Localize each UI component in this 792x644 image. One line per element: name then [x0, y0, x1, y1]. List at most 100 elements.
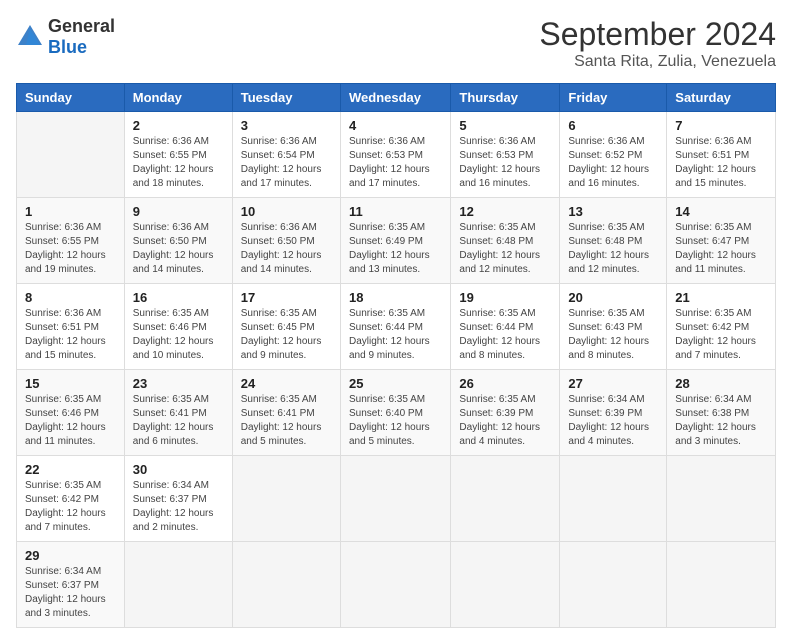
calendar-cell: [232, 542, 340, 628]
logo-blue: Blue: [48, 37, 87, 57]
day-number: 24: [241, 376, 332, 391]
day-info: Sunrise: 6:35 AM Sunset: 6:43 PM Dayligh…: [568, 307, 658, 363]
day-info: Sunrise: 6:36 AM Sunset: 6:51 PM Dayligh…: [675, 135, 767, 191]
day-info: Sunrise: 6:36 AM Sunset: 6:50 PM Dayligh…: [241, 221, 332, 277]
calendar-cell: 1 Sunrise: 6:36 AM Sunset: 6:55 PM Daylig…: [17, 198, 125, 284]
calendar-cell: 18 Sunrise: 6:35 AM Sunset: 6:44 PM Dayli…: [340, 284, 450, 370]
day-info: Sunrise: 6:35 AM Sunset: 6:48 PM Dayligh…: [568, 221, 658, 277]
calendar-cell: 4 Sunrise: 6:36 AM Sunset: 6:53 PM Daylig…: [340, 112, 450, 198]
day-number: 8: [25, 290, 116, 305]
calendar-cell: 22Sunrise: 6:35 AM Sunset: 6:42 PM Dayli…: [17, 456, 125, 542]
logo-general: General: [48, 16, 115, 36]
day-number: 3: [241, 118, 332, 133]
col-monday: Monday: [124, 84, 232, 112]
calendar-row: 29Sunrise: 6:34 AM Sunset: 6:37 PM Dayli…: [17, 542, 776, 628]
calendar-cell: 9Sunrise: 6:36 AM Sunset: 6:50 PM Daylig…: [124, 198, 232, 284]
day-info: Sunrise: 6:35 AM Sunset: 6:44 PM Dayligh…: [349, 307, 442, 363]
day-number: 6: [568, 118, 658, 133]
calendar-cell: 5 Sunrise: 6:36 AM Sunset: 6:53 PM Daylig…: [451, 112, 560, 198]
day-info: Sunrise: 6:35 AM Sunset: 6:48 PM Dayligh…: [459, 221, 551, 277]
day-info: Sunrise: 6:36 AM Sunset: 6:51 PM Dayligh…: [25, 307, 116, 363]
calendar-row: 8 Sunrise: 6:36 AM Sunset: 6:51 PM Daylig…: [17, 284, 776, 370]
calendar-cell: 15 Sunrise: 6:35 AM Sunset: 6:46 PM Dayli…: [17, 370, 125, 456]
calendar-cell: 17Sunrise: 6:35 AM Sunset: 6:45 PM Dayli…: [232, 284, 340, 370]
calendar-cell: [560, 456, 667, 542]
day-number: 21: [675, 290, 767, 305]
calendar-cell: [17, 112, 125, 198]
col-wednesday: Wednesday: [340, 84, 450, 112]
calendar-cell: 20 Sunrise: 6:35 AM Sunset: 6:43 PM Dayli…: [560, 284, 667, 370]
calendar-cell: 2Sunrise: 6:36 AM Sunset: 6:55 PM Daylig…: [124, 112, 232, 198]
day-number: 4: [349, 118, 442, 133]
calendar-cell: 16Sunrise: 6:35 AM Sunset: 6:46 PM Dayli…: [124, 284, 232, 370]
day-number: 19: [459, 290, 551, 305]
calendar-cell: [560, 542, 667, 628]
calendar-row: 15 Sunrise: 6:35 AM Sunset: 6:46 PM Dayli…: [17, 370, 776, 456]
calendar-row: 22Sunrise: 6:35 AM Sunset: 6:42 PM Dayli…: [17, 456, 776, 542]
calendar-cell: 10 Sunrise: 6:36 AM Sunset: 6:50 PM Dayli…: [232, 198, 340, 284]
day-info: Sunrise: 6:34 AM Sunset: 6:37 PM Dayligh…: [25, 565, 116, 621]
day-number: 15: [25, 376, 116, 391]
day-number: 26: [459, 376, 551, 391]
calendar-cell: [451, 456, 560, 542]
page-header: General Blue September 2024 Santa Rita, …: [16, 16, 776, 71]
calendar-cell: 23 Sunrise: 6:35 AM Sunset: 6:41 PM Dayli…: [124, 370, 232, 456]
day-info: Sunrise: 6:34 AM Sunset: 6:37 PM Dayligh…: [133, 479, 224, 535]
day-info: Sunrise: 6:35 AM Sunset: 6:49 PM Dayligh…: [349, 221, 442, 277]
day-info: Sunrise: 6:36 AM Sunset: 6:54 PM Dayligh…: [241, 135, 332, 191]
calendar-cell: 27Sunrise: 6:34 AM Sunset: 6:39 PM Dayli…: [560, 370, 667, 456]
calendar-cell: [667, 542, 776, 628]
day-info: Sunrise: 6:36 AM Sunset: 6:55 PM Dayligh…: [25, 221, 116, 277]
calendar-cell: 24 Sunrise: 6:35 AM Sunset: 6:41 PM Dayli…: [232, 370, 340, 456]
day-info: Sunrise: 6:35 AM Sunset: 6:41 PM Dayligh…: [133, 393, 224, 449]
calendar-header-row: Sunday Monday Tuesday Wednesday Thursday…: [17, 84, 776, 112]
day-number: 14: [675, 204, 767, 219]
col-saturday: Saturday: [667, 84, 776, 112]
day-info: Sunrise: 6:36 AM Sunset: 6:50 PM Dayligh…: [133, 221, 224, 277]
day-number: 18: [349, 290, 442, 305]
day-info: Sunrise: 6:35 AM Sunset: 6:40 PM Dayligh…: [349, 393, 442, 449]
day-number: 17: [241, 290, 332, 305]
day-number: 12: [459, 204, 551, 219]
calendar-cell: [667, 456, 776, 542]
day-info: Sunrise: 6:35 AM Sunset: 6:46 PM Dayligh…: [25, 393, 116, 449]
day-info: Sunrise: 6:36 AM Sunset: 6:53 PM Dayligh…: [349, 135, 442, 191]
calendar-cell: 6Sunrise: 6:36 AM Sunset: 6:52 PM Daylig…: [560, 112, 667, 198]
logo-text: General Blue: [48, 16, 115, 58]
calendar-cell: 11Sunrise: 6:35 AM Sunset: 6:49 PM Dayli…: [340, 198, 450, 284]
calendar-cell: 3 Sunrise: 6:36 AM Sunset: 6:54 PM Daylig…: [232, 112, 340, 198]
calendar-cell: [340, 542, 450, 628]
day-number: 5: [459, 118, 551, 133]
day-info: Sunrise: 6:35 AM Sunset: 6:46 PM Dayligh…: [133, 307, 224, 363]
title-section: September 2024 Santa Rita, Zulia, Venezu…: [539, 16, 776, 71]
calendar-cell: [124, 542, 232, 628]
logo-icon: [16, 23, 44, 51]
calendar-cell: 14 Sunrise: 6:35 AM Sunset: 6:47 PM Dayli…: [667, 198, 776, 284]
calendar-cell: [451, 542, 560, 628]
day-number: 28: [675, 376, 767, 391]
day-info: Sunrise: 6:36 AM Sunset: 6:53 PM Dayligh…: [459, 135, 551, 191]
day-number: 13: [568, 204, 658, 219]
day-number: 27: [568, 376, 658, 391]
day-info: Sunrise: 6:35 AM Sunset: 6:42 PM Dayligh…: [675, 307, 767, 363]
calendar-table: Sunday Monday Tuesday Wednesday Thursday…: [16, 83, 776, 628]
day-info: Sunrise: 6:35 AM Sunset: 6:41 PM Dayligh…: [241, 393, 332, 449]
day-number: 20: [568, 290, 658, 305]
calendar-cell: 29Sunrise: 6:34 AM Sunset: 6:37 PM Dayli…: [17, 542, 125, 628]
col-thursday: Thursday: [451, 84, 560, 112]
calendar-cell: 25Sunrise: 6:35 AM Sunset: 6:40 PM Dayli…: [340, 370, 450, 456]
calendar-cell: [340, 456, 450, 542]
day-info: Sunrise: 6:35 AM Sunset: 6:44 PM Dayligh…: [459, 307, 551, 363]
day-number: 22: [25, 462, 116, 477]
day-number: 1: [25, 204, 116, 219]
day-info: Sunrise: 6:35 AM Sunset: 6:47 PM Dayligh…: [675, 221, 767, 277]
day-number: 10: [241, 204, 332, 219]
calendar-cell: 19 Sunrise: 6:35 AM Sunset: 6:44 PM Dayli…: [451, 284, 560, 370]
day-number: 2: [133, 118, 224, 133]
calendar-cell: 26 Sunrise: 6:35 AM Sunset: 6:39 PM Dayli…: [451, 370, 560, 456]
calendar-cell: [232, 456, 340, 542]
calendar-cell: 28Sunrise: 6:34 AM Sunset: 6:38 PM Dayli…: [667, 370, 776, 456]
day-number: 23: [133, 376, 224, 391]
day-info: Sunrise: 6:35 AM Sunset: 6:39 PM Dayligh…: [459, 393, 551, 449]
calendar-row: 2Sunrise: 6:36 AM Sunset: 6:55 PM Daylig…: [17, 112, 776, 198]
